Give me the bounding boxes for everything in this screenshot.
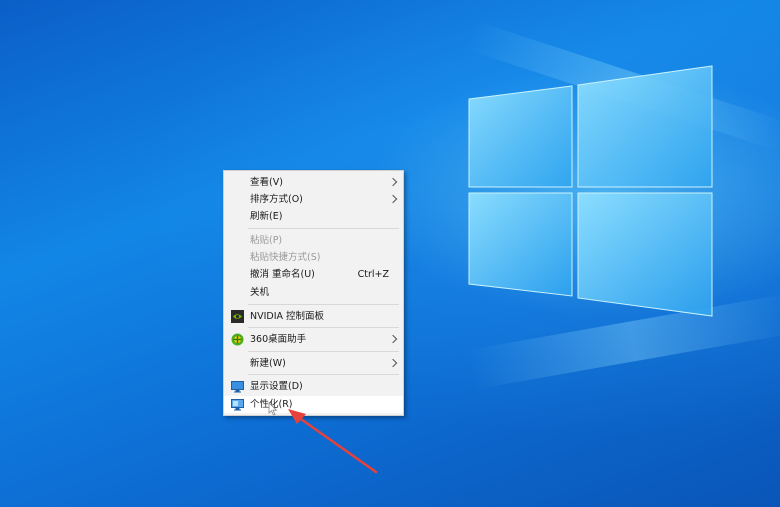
annotation-arrow <box>288 409 378 474</box>
